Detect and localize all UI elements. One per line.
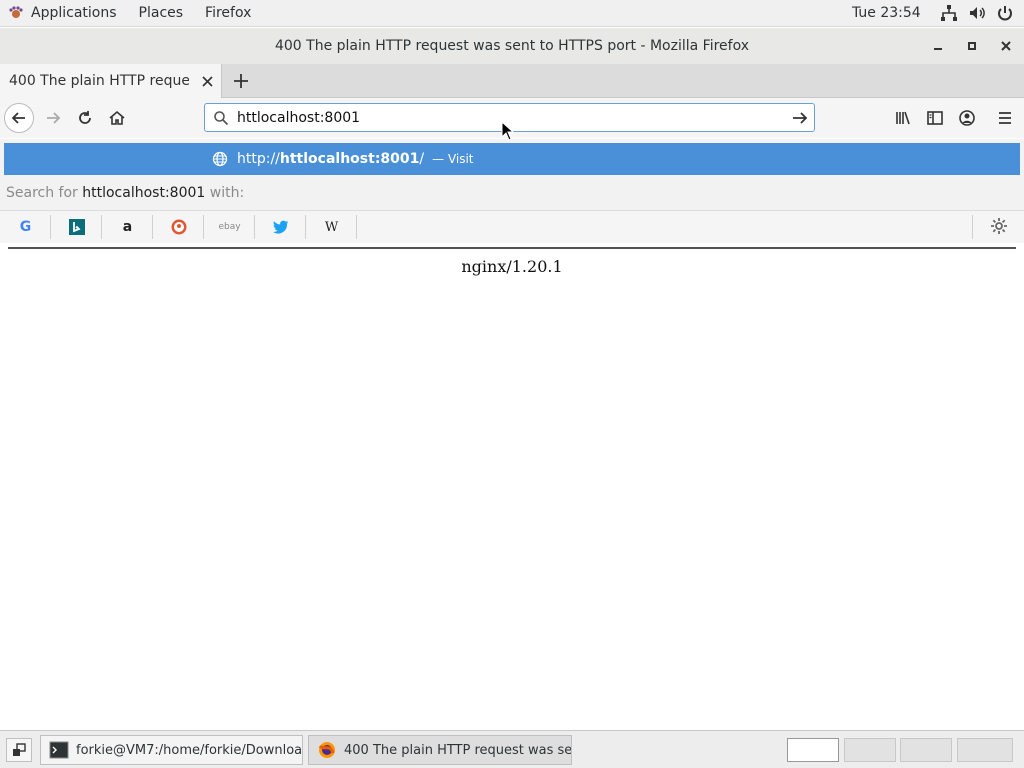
workspace-4[interactable] xyxy=(957,738,1013,762)
sidebar-icon xyxy=(927,111,943,125)
new-tab-button[interactable] xyxy=(228,68,254,94)
plus-icon xyxy=(234,74,248,88)
workspace-3[interactable] xyxy=(900,738,952,762)
firefox-app-menu[interactable]: Firefox xyxy=(205,0,251,27)
google-search-button[interactable]: G xyxy=(1,215,51,239)
engine-separator xyxy=(972,215,973,239)
url-suggestions-popup: http://httlocalhost:8001/ — Visit Search… xyxy=(0,139,1024,243)
show-desktop-button[interactable] xyxy=(6,738,32,762)
volume-icon xyxy=(970,7,985,19)
ebay-search-button[interactable]: ebay xyxy=(205,215,255,239)
taskbar-item-label: forkie@VM7:/home/forkie/Downloa... xyxy=(76,742,303,758)
close-icon xyxy=(202,76,213,87)
system-tray[interactable] xyxy=(940,4,1014,22)
reload-icon xyxy=(79,111,91,124)
maximize-icon xyxy=(968,42,976,50)
sidebar-button[interactable] xyxy=(920,103,950,133)
taskbar-item-label: 400 The plain HTTP request was se... xyxy=(344,742,572,758)
arrow-left-icon xyxy=(11,112,25,124)
google-icon: G xyxy=(19,219,32,235)
globe-icon xyxy=(212,151,228,167)
horizontal-rule xyxy=(8,247,1016,249)
back-button[interactable] xyxy=(4,103,34,133)
server-signature: nginx/1.20.1 xyxy=(461,257,563,276)
tab-active[interactable]: 400 The plain HTTP request was sent to H… xyxy=(0,64,222,98)
search-for-label: Search for httlocalhost:8001 with: xyxy=(6,185,245,201)
one-off-search-engines: G a ebay W xyxy=(0,210,1024,243)
wikipedia-search-button[interactable]: W xyxy=(307,215,357,239)
clock[interactable]: Tue 23:54 xyxy=(852,5,921,21)
url-input[interactable]: httlocalhost:8001 xyxy=(237,110,360,126)
suggestion-url: http://httlocalhost:8001/ xyxy=(237,151,425,167)
window-list-taskbar: forkie@VM7:/home/forkie/Downloa... 400 T… xyxy=(0,730,1024,768)
duckduckgo-icon xyxy=(171,219,186,235)
workspace-1[interactable] xyxy=(787,738,839,762)
library-button[interactable] xyxy=(888,103,918,133)
gnome-foot-icon xyxy=(9,6,23,18)
arrow-right-icon xyxy=(47,112,61,124)
applications-menu[interactable]: Applications xyxy=(0,0,117,27)
go-arrow-icon[interactable] xyxy=(790,108,810,128)
bing-icon xyxy=(68,219,85,235)
close-icon xyxy=(1001,41,1011,51)
forward-button[interactable] xyxy=(38,103,68,133)
amazon-search-button[interactable]: a xyxy=(103,215,153,239)
twitter-search-button[interactable] xyxy=(256,215,306,239)
amazon-icon: a xyxy=(122,219,133,235)
maximize-button[interactable] xyxy=(962,36,982,56)
terminal-icon xyxy=(49,741,69,759)
places-menu[interactable]: Places xyxy=(139,0,184,27)
applications-label: Applications xyxy=(31,5,117,21)
power-icon xyxy=(998,6,1012,21)
show-desktop-icon xyxy=(13,743,26,756)
page-content: nginx/1.20.1 xyxy=(0,243,1024,730)
wikipedia-icon: W xyxy=(324,219,339,235)
window-title-bar[interactable]: 400 The plain HTTP request was sent to H… xyxy=(0,28,1024,64)
tab-close-button[interactable] xyxy=(202,73,213,91)
gnome-top-bar: Applications Places Firefox Tue 23:54 xyxy=(0,0,1024,27)
account-button[interactable] xyxy=(952,103,982,133)
mouse-cursor-icon xyxy=(501,121,515,141)
suggestion-action: — Visit xyxy=(432,152,474,166)
gear-icon[interactable] xyxy=(990,217,1008,235)
hamburger-icon xyxy=(999,112,1011,124)
search-icon xyxy=(214,110,229,125)
close-window-button[interactable] xyxy=(996,36,1016,56)
hamburger-menu-button[interactable] xyxy=(990,103,1020,133)
minimize-icon xyxy=(934,48,942,50)
firefox-icon xyxy=(318,742,335,758)
suggestion-row-visit[interactable]: http://httlocalhost:8001/ — Visit xyxy=(4,143,1020,175)
network-icon xyxy=(941,5,957,21)
reload-button[interactable] xyxy=(70,103,100,133)
tab-label: 400 The plain HTTP request was sent to H… xyxy=(9,73,189,89)
taskbar-item-terminal[interactable]: forkie@VM7:/home/forkie/Downloa... xyxy=(40,735,303,765)
home-button[interactable] xyxy=(102,103,132,133)
window-title: 400 The plain HTTP request was sent to H… xyxy=(274,38,749,54)
taskbar-item-firefox[interactable]: 400 The plain HTTP request was se... xyxy=(308,735,572,765)
tab-strip: 400 The plain HTTP request was sent to H… xyxy=(0,64,1024,98)
ebay-icon: ebay xyxy=(218,222,241,232)
account-icon xyxy=(959,110,975,126)
minimize-button[interactable] xyxy=(928,36,948,56)
duckduckgo-search-button[interactable] xyxy=(154,215,204,239)
bing-search-button[interactable] xyxy=(52,215,102,239)
library-icon xyxy=(896,111,910,125)
twitter-icon xyxy=(272,220,288,234)
workspace-2[interactable] xyxy=(844,738,896,762)
home-icon xyxy=(109,110,125,125)
